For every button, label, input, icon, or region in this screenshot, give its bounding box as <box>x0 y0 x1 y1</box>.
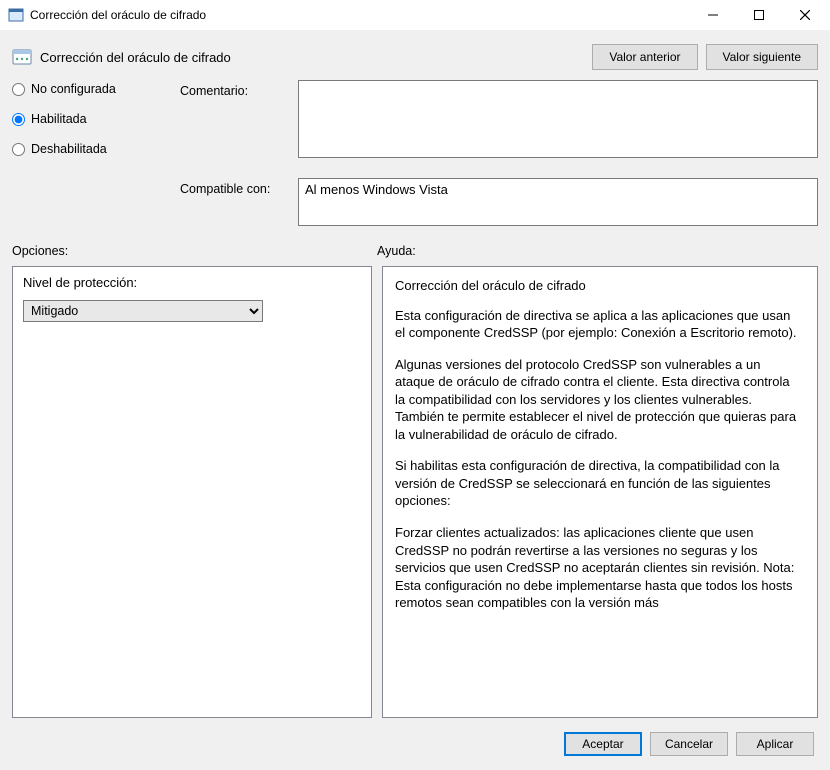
compatible-label: Compatible con: <box>180 178 290 196</box>
comment-textarea[interactable] <box>298 80 818 158</box>
radio-disabled-label: Deshabilitada <box>31 142 107 156</box>
radio-enabled-label: Habilitada <box>31 112 87 126</box>
state-radio-group: No configurada Habilitada Deshabilitada <box>12 80 172 172</box>
comment-label: Comentario: <box>180 80 290 98</box>
radio-enabled[interactable]: Habilitada <box>12 112 172 126</box>
help-paragraph: Esta configuración de directiva se aplic… <box>395 307 799 342</box>
close-button[interactable] <box>782 0 828 30</box>
help-title: Corrección del oráculo de cifrado <box>395 277 799 295</box>
protection-level-select[interactable]: Mitigado <box>23 300 263 322</box>
maximize-button[interactable] <box>736 0 782 30</box>
help-section-label: Ayuda: <box>377 244 818 258</box>
minimize-button[interactable] <box>690 0 736 30</box>
protection-level-label: Nivel de protección: <box>23 275 361 290</box>
help-paragraph: Si habilitas esta configuración de direc… <box>395 457 799 510</box>
compatible-value: Al menos Windows Vista <box>305 182 448 197</box>
policy-title: Corrección del oráculo de cifrado <box>40 50 231 65</box>
window-title: Corrección del oráculo de cifrado <box>30 8 206 22</box>
dialog-footer: Aceptar Cancelar Aplicar <box>12 718 818 770</box>
help-text-scroll[interactable]: Corrección del oráculo de cifrado Esta c… <box>393 275 807 709</box>
options-panel: Nivel de protección: Mitigado <box>12 266 372 718</box>
radio-not-configured-input[interactable] <box>12 83 25 96</box>
help-panel: Corrección del oráculo de cifrado Esta c… <box>382 266 818 718</box>
next-setting-button[interactable]: Valor siguiente <box>706 44 819 70</box>
panels: Nivel de protección: Mitigado Corrección… <box>12 266 818 718</box>
options-section-label: Opciones: <box>12 244 377 258</box>
titlebar: Corrección del oráculo de cifrado <box>0 0 830 30</box>
app-icon <box>8 7 24 23</box>
radio-disabled[interactable]: Deshabilitada <box>12 142 172 156</box>
radio-enabled-input[interactable] <box>12 113 25 126</box>
apply-button[interactable]: Aplicar <box>736 732 814 756</box>
help-paragraph: Forzar clientes actualizados: las aplica… <box>395 524 799 612</box>
compatible-box: Al menos Windows Vista <box>298 178 818 226</box>
content-area: Corrección del oráculo de cifrado Valor … <box>0 30 830 770</box>
section-labels: Opciones: Ayuda: <box>12 244 818 258</box>
radio-not-configured-label: No configurada <box>31 82 116 96</box>
ok-button[interactable]: Aceptar <box>564 732 642 756</box>
radio-disabled-input[interactable] <box>12 143 25 156</box>
policy-header: Corrección del oráculo de cifrado Valor … <box>12 38 818 80</box>
cancel-button[interactable]: Cancelar <box>650 732 728 756</box>
config-grid: No configurada Habilitada Deshabilitada … <box>12 80 818 226</box>
radio-not-configured[interactable]: No configurada <box>12 82 172 96</box>
previous-setting-button[interactable]: Valor anterior <box>592 44 697 70</box>
policy-icon <box>12 47 32 67</box>
help-paragraph: Algunas versiones del protocolo CredSSP … <box>395 356 799 444</box>
